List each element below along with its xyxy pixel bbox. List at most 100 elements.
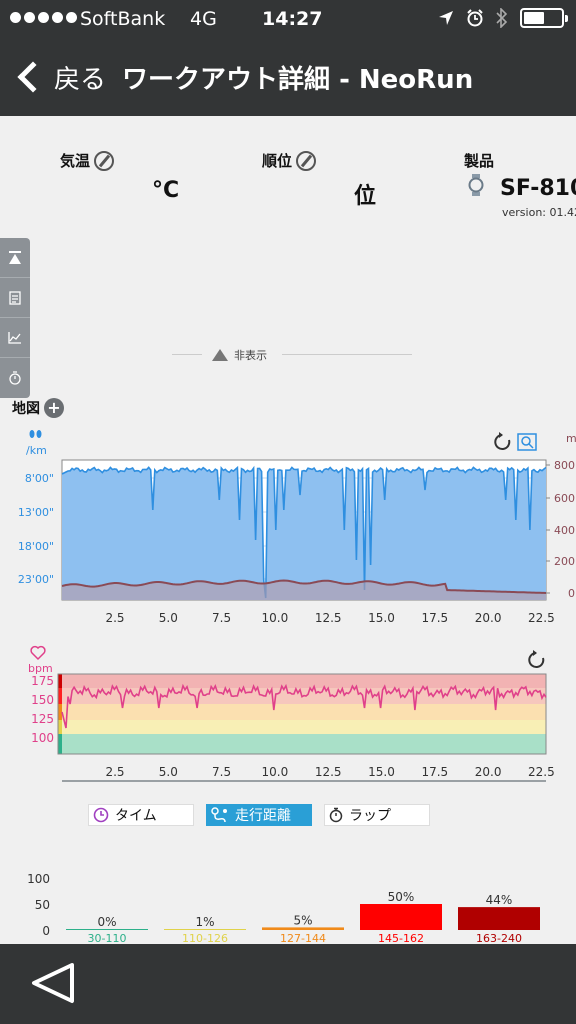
clock-icon — [93, 807, 109, 823]
top-bar: SoftBank 4G 14:27 戻る ワークアウト詳細 - NeoRun — [0, 0, 576, 116]
navigation-bar: 戻る ワークアウト詳細 - NeoRun — [0, 44, 576, 110]
elevation-tick-label: 400 — [554, 524, 575, 537]
hide-toggle-row[interactable]: 非表示 — [172, 346, 412, 364]
segment-distance-label: 走行距離 — [235, 808, 291, 824]
zone-bar — [164, 929, 246, 930]
heart-rate-chart[interactable]: bpm 175150125100 2.5 5.0 7.5 10.0 12.5 15.0 17… — [0, 642, 576, 782]
zone-percent-label: 5% — [293, 913, 312, 927]
edit-rank-icon[interactable] — [296, 150, 317, 171]
bluetooth-icon — [496, 8, 508, 28]
page-title: ワークアウト詳細 - NeoRun — [122, 64, 474, 95]
stopwatch-icon — [329, 807, 343, 823]
pace-tick-label: 13'00" — [18, 506, 54, 519]
document-icon[interactable] — [0, 278, 30, 318]
distance-tick-label: 22.5 — [528, 765, 555, 779]
product-name: SF-810 — [500, 176, 576, 201]
footsteps-icon — [29, 430, 42, 438]
hr-tick-label: 175 — [31, 674, 54, 688]
distance-tick-label: 2.5 — [105, 765, 124, 779]
side-toolbar — [0, 238, 30, 398]
distance-tick-label: 12.5 — [315, 765, 342, 779]
distance-tick-label: 10.0 — [262, 765, 289, 779]
edit-temperature-icon[interactable] — [94, 150, 115, 171]
back-triangle-icon[interactable] — [30, 962, 76, 1004]
distance-tick-label: 7.5 — [212, 611, 231, 625]
zone-range-label: 127-144 — [280, 932, 326, 944]
graph-icon[interactable] — [0, 318, 30, 358]
distance-tick-label: 7.5 — [212, 765, 231, 779]
hr-zone-bar-chart: 100 50 0 0% 30-110 1% 110-126 5% 127-144 50% 145-… — [27, 872, 540, 944]
distance-tick-label: 2.5 — [105, 611, 124, 625]
add-map-icon[interactable]: + — [44, 398, 64, 418]
hr-tick-label: 150 — [31, 693, 54, 707]
zone-y-tick: 100 — [27, 872, 50, 886]
segment-lap[interactable]: ラップ — [324, 804, 430, 826]
carrier-name: SoftBank — [80, 8, 166, 30]
temperature-label-group: 気温 — [60, 150, 115, 171]
status-bar: SoftBank 4G 14:27 — [0, 0, 576, 40]
zoom-area-icon[interactable] — [517, 433, 537, 451]
zone-range-label: 110-126 — [182, 932, 228, 944]
zone-y-tick: 50 — [35, 898, 50, 912]
segment-time[interactable]: タイム — [88, 804, 194, 826]
hr-tick-label: 100 — [31, 731, 54, 745]
segment-lap-label: ラップ — [349, 808, 391, 824]
bottom-bar — [0, 944, 576, 1024]
zone-y-tick: 0 — [42, 924, 50, 938]
distance-tick-label: 20.0 — [475, 611, 502, 625]
signal-strength-icon — [10, 9, 77, 23]
back-button[interactable]: 戻る — [54, 59, 106, 96]
zone-percent-label: 44% — [486, 893, 513, 907]
distance-tick-label: 22.5 — [528, 611, 555, 625]
zone-bar — [262, 927, 344, 930]
distance-tick-label: 17.5 — [421, 765, 448, 779]
zone-range-label: 163-240 — [476, 932, 522, 944]
stopwatch-icon[interactable] — [0, 358, 30, 398]
product-label: 製品 — [464, 152, 495, 170]
rank-label-group: 順位 — [262, 150, 317, 171]
segment-distance[interactable]: 走行距離 — [206, 804, 312, 826]
map-section-header[interactable]: 地図 + — [12, 398, 64, 418]
rank-label: 順位 — [262, 152, 293, 170]
status-icons — [438, 8, 568, 28]
reset-zoom-icon[interactable] — [494, 432, 511, 450]
network-type: 4G — [190, 8, 217, 30]
range-scrollbar[interactable] — [62, 780, 546, 782]
pace-unit: /km — [26, 444, 47, 457]
status-time: 14:27 — [262, 8, 323, 30]
zone-percent-label: 0% — [97, 915, 116, 929]
route-icon — [211, 807, 227, 823]
distance-tick-label: 17.5 — [421, 611, 448, 625]
zone-percent-label: 50% — [388, 890, 415, 904]
watch-icon — [468, 174, 484, 196]
collapse-arrow-icon — [212, 349, 228, 361]
pace-tick-label: 8'00" — [25, 472, 54, 485]
zone-range-label: 30-110 — [88, 932, 127, 944]
elevation-unit: m — [566, 432, 576, 445]
elevation-tick-label: 800 — [554, 459, 575, 472]
distance-tick-label: 5.0 — [159, 611, 178, 625]
distance-tick-label: 15.0 — [368, 765, 395, 779]
pace-area — [62, 467, 546, 600]
back-chevron-icon[interactable] — [17, 61, 49, 93]
temperature-label: 気温 — [60, 152, 91, 170]
heart-icon — [30, 645, 46, 661]
hide-toggle[interactable]: 非表示 — [212, 347, 267, 363]
reset-zoom-icon[interactable] — [528, 650, 545, 668]
segment-time-label: タイム — [115, 808, 157, 824]
map-label: 地図 — [12, 401, 40, 417]
zone-bar — [66, 929, 148, 930]
distance-tick-label: 15.0 — [368, 611, 395, 625]
pace-tick-label: 23'00" — [18, 573, 54, 586]
battery-icon — [520, 8, 568, 28]
temperature-value: °C — [152, 178, 180, 203]
elevation-tick-label: 200 — [554, 555, 575, 568]
pace-tick-label: 18'00" — [18, 540, 54, 553]
location-arrow-icon — [439, 11, 453, 25]
collapse-top-icon[interactable] — [0, 238, 30, 278]
pace-elevation-chart[interactable]: /km m 8'00" 13'00" 18'00" 23'00" 800 600 400 2… — [0, 426, 576, 630]
distance-tick-label: 10.0 — [262, 611, 289, 625]
product-version: version: 01.42 — [502, 206, 576, 219]
elevation-tick-label: 0 — [568, 587, 575, 600]
hide-toggle-label: 非表示 — [234, 349, 267, 362]
